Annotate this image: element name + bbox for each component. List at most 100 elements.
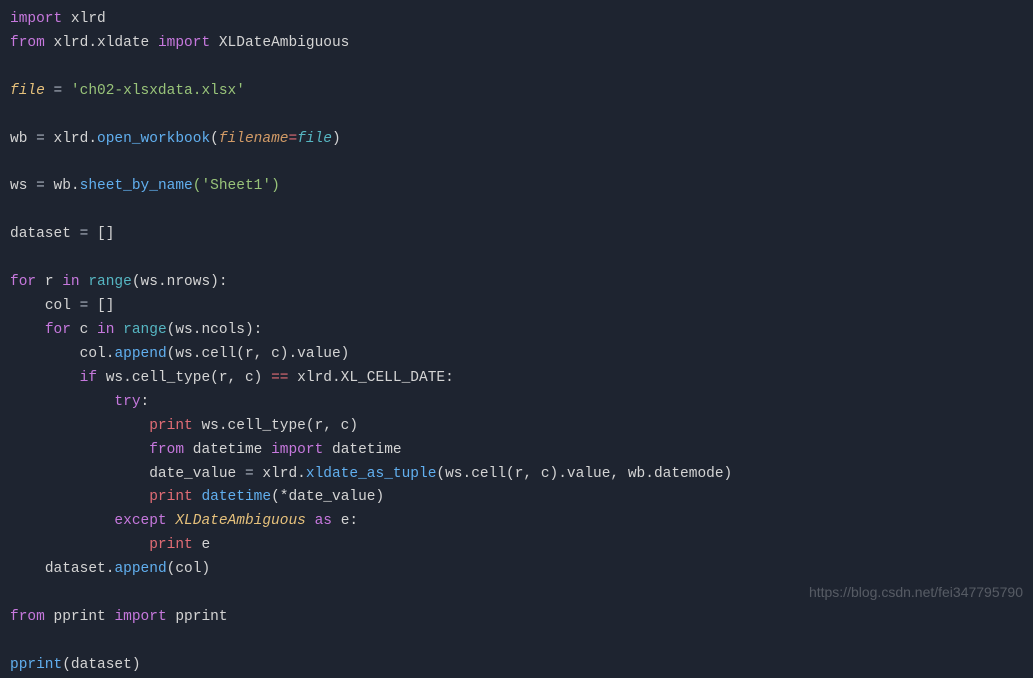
operator-eq: = [71,298,97,314]
loop-var: c [80,322,89,338]
code-line-blank [10,56,1023,80]
import-name: XLDateAmbiguous [219,35,350,51]
code-line: pprint(dataset) [10,654,1023,678]
object: xlrd [262,466,297,482]
code-line-blank [10,104,1023,128]
code-line-blank [10,152,1023,176]
indent [10,394,114,410]
keyword-print: print [149,489,193,505]
function-call: xldate_as_tuple [306,466,437,482]
function-call: datetime [193,489,271,505]
keyword-for: for [45,322,71,338]
empty-list: [] [97,226,114,242]
code-line-blank [10,199,1023,223]
code-line: wb = xlrd.open_workbook(filename=file) [10,128,1023,152]
operator-eq: = [45,83,71,99]
code-line: from xlrd.xldate import XLDateAmbiguous [10,32,1023,56]
operator-eq: = [27,178,53,194]
keyword-import: import [10,11,62,27]
function-call: pprint [10,657,62,673]
function-call: sheet_by_name [80,178,193,194]
expression: ws.cell_type(r, c) [193,418,358,434]
operator-eq: = [27,131,53,147]
indent [10,513,114,529]
indent [10,537,149,553]
keyword-in: in [62,274,79,290]
keyword-import: import [114,609,166,625]
call-args: (ws.cell(r, c).value, wb.datemode) [436,466,732,482]
module-name: xlrd [71,11,106,27]
indent [10,322,45,338]
indent [10,298,45,314]
keyword-in: in [97,322,114,338]
code-line: file = 'ch02-xlsxdata.xlsx' [10,80,1023,104]
dot: . [71,178,80,194]
paren-close: ) [332,131,341,147]
variable: file [10,83,45,99]
import-name: datetime [332,442,402,458]
indent [10,346,80,362]
code-line: from datetime import datetime [10,439,1023,463]
watermark: https://blog.csdn.net/fei347795790 [809,581,1023,604]
variable: wb [10,131,27,147]
keyword-print: print [149,537,193,553]
indent [10,466,149,482]
variable: date_value [149,466,236,482]
code-line: print ws.cell_type(r, c) [10,415,1023,439]
code-line: col = [] [10,295,1023,319]
call-args: (ws.cell(r, c).value) [167,346,350,362]
param-name: filename [219,131,289,147]
code-line: date_value = xlrd.xldate_as_tuple(ws.cel… [10,463,1023,487]
keyword-for: for [10,274,36,290]
module-path: xlrd.xldate [54,35,150,51]
expression: xlrd.XL_CELL_DATE: [288,370,453,386]
indent [10,442,149,458]
code-line: dataset.append(col) [10,558,1023,582]
code-line: except XLDateAmbiguous as e: [10,510,1023,534]
indent [10,561,45,577]
call-args: (ws.ncols): [167,322,263,338]
function-call: open_workbook [97,131,210,147]
keyword-try: try [114,394,140,410]
call-args: ('Sheet1') [193,178,280,194]
keyword-print: print [149,418,193,434]
keyword-except: except [114,513,166,529]
code-line: ws = wb.sheet_by_name('Sheet1') [10,175,1023,199]
keyword-from: from [10,609,45,625]
call-args: (ws.nrows): [132,274,228,290]
object: wb [54,178,71,194]
code-line: for r in range(ws.nrows): [10,271,1023,295]
param-value: file [297,131,332,147]
keyword-if: if [80,370,97,386]
indent [10,489,149,505]
variable: col [45,298,71,314]
keyword-from: from [10,35,45,51]
call-args: (*date_value) [271,489,384,505]
operator-eqeq: == [271,370,288,386]
keyword-as: as [315,513,332,529]
function-call: append [114,561,166,577]
indent [10,418,149,434]
code-line: for c in range(ws.ncols): [10,319,1023,343]
object: xlrd [54,131,89,147]
keyword-from: from [149,442,184,458]
code-line: dataset = [] [10,223,1023,247]
code-line: try: [10,391,1023,415]
module-name: pprint [54,609,106,625]
builtin-range: range [123,322,167,338]
param-eq: = [288,131,297,147]
object: dataset [45,561,106,577]
keyword-import: import [158,35,210,51]
empty-list: [] [97,298,114,314]
paren-open: ( [210,131,219,147]
operator-eq: = [71,226,97,242]
keyword-import: import [271,442,323,458]
loop-var: r [45,274,54,290]
string-literal: 'ch02-xlsxdata.xlsx' [71,83,245,99]
builtin-range: range [88,274,132,290]
operator-eq: = [236,466,262,482]
indent [10,370,80,386]
code-line: print e [10,534,1023,558]
function-call: append [114,346,166,362]
code-line-blank [10,247,1023,271]
